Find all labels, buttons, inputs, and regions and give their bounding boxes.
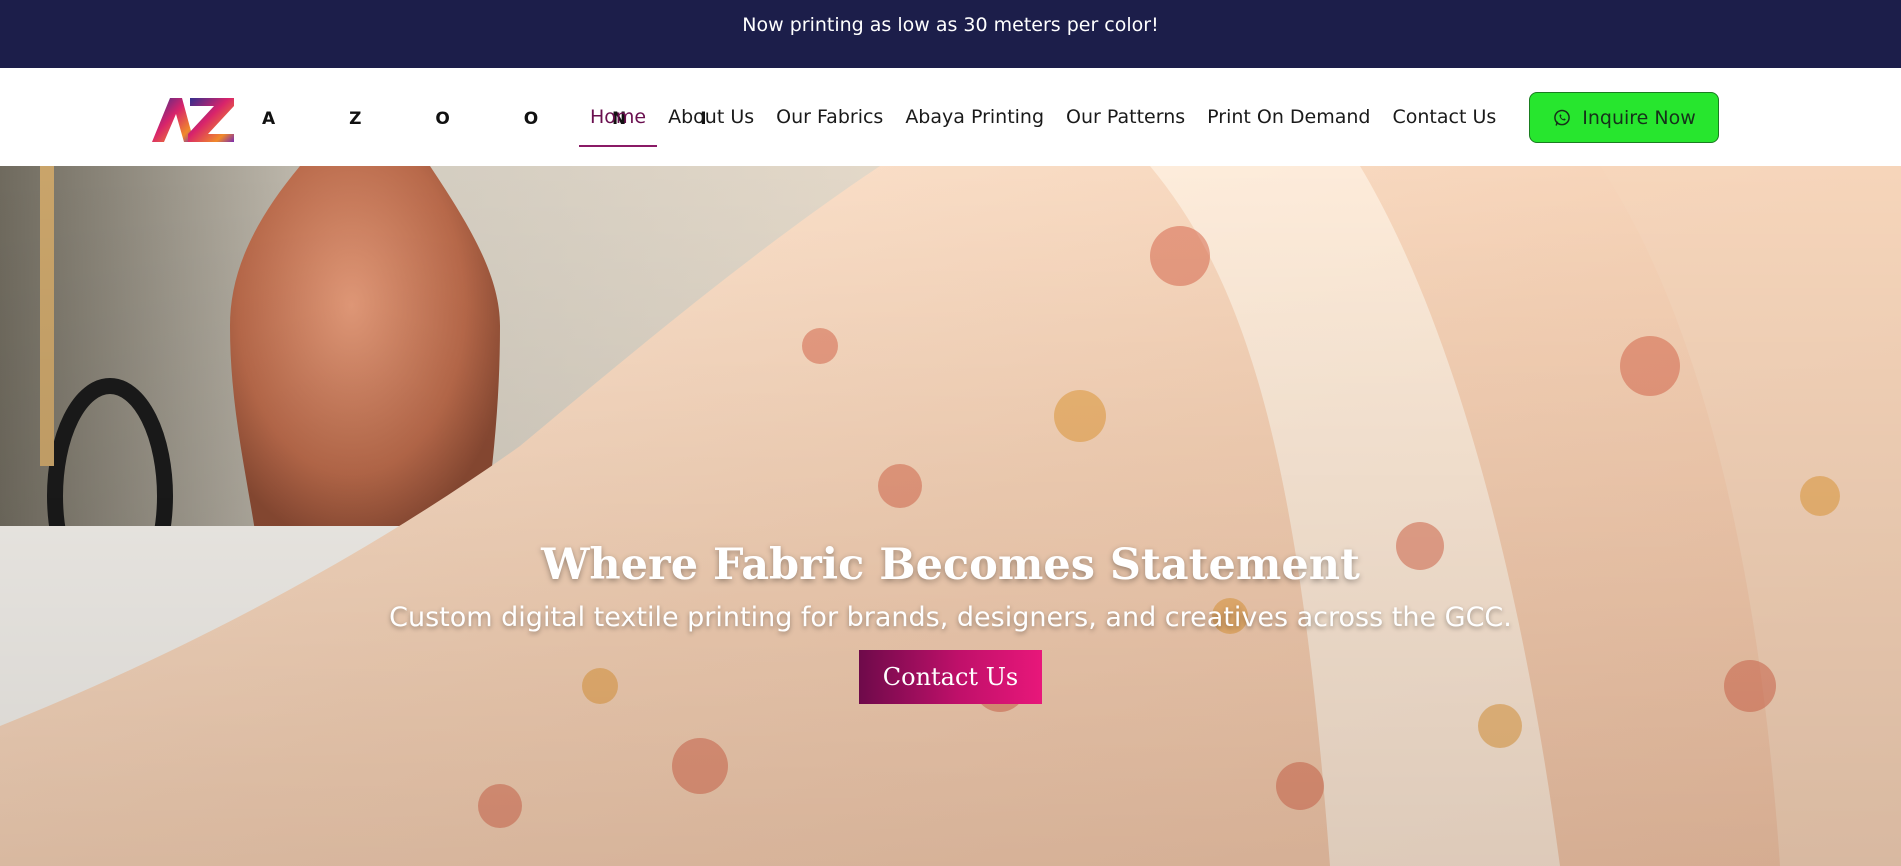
nav-item-label: Our Patterns [1066, 106, 1186, 128]
az-logo-icon [152, 98, 234, 142]
nav-item-label: Abaya Printing [905, 106, 1045, 128]
nav-item-our-fabrics[interactable]: Our Fabrics [765, 68, 894, 166]
inquire-now-button[interactable]: Inquire Now [1529, 92, 1719, 143]
hero-subtitle: Custom digital textile printing for bran… [389, 602, 1512, 633]
hero-contact-us-button[interactable]: Contact Us [859, 650, 1042, 704]
hero-section: Where Fabric Becomes Statement Custom di… [0, 166, 1901, 866]
nav-item-abaya-printing[interactable]: Abaya Printing [894, 68, 1055, 166]
announcement-text: Now printing as low as 30 meters per col… [742, 14, 1159, 36]
hero-background-image [0, 166, 1901, 866]
whatsapp-icon [1554, 109, 1571, 126]
nav-item-about-us[interactable]: About Us [657, 68, 765, 166]
nav-item-label: Contact Us [1392, 106, 1497, 128]
announcement-bar: Now printing as low as 30 meters per col… [0, 0, 1901, 68]
hero-title: Where Fabric Becomes Statement [541, 540, 1360, 590]
hero-contact-us-label: Contact Us [882, 663, 1019, 691]
nav-item-contact-us[interactable]: Contact Us [1382, 68, 1508, 166]
nav-item-label: Home [590, 106, 647, 128]
inquire-now-label: Inquire Now [1582, 106, 1696, 129]
nav-item-label: Print On Demand [1207, 106, 1371, 128]
nav-item-print-on-demand[interactable]: Print On Demand [1196, 68, 1381, 166]
main-nav: Home About Us Our Fabrics Abaya Printing… [579, 68, 1507, 166]
nav-item-label: About Us [668, 106, 755, 128]
nav-item-home[interactable]: Home [579, 68, 658, 166]
nav-item-label: Our Fabrics [776, 106, 884, 128]
site-header: A Z O O N I Home About Us Our Fabrics Ab… [0, 68, 1901, 166]
nav-item-our-patterns[interactable]: Our Patterns [1055, 68, 1196, 166]
